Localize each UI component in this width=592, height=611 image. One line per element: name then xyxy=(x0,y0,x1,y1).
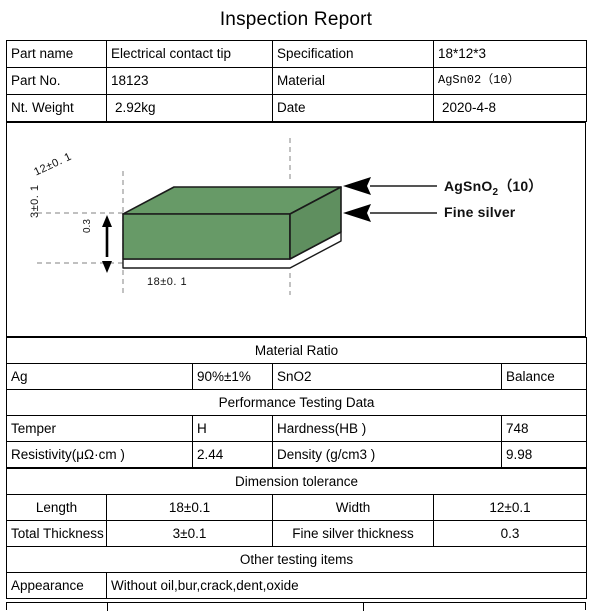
table-row: Total Thickness 3±0.1 Fine silver thickn… xyxy=(6,520,587,547)
field-value-specification: 18*12*3 xyxy=(433,40,587,68)
section-header-other-testing: Other testing items xyxy=(6,546,587,573)
section-header-material-ratio: Material Ratio xyxy=(5,337,588,364)
dim-label-fine-silver-thickness: Fine silver thickness xyxy=(272,520,434,547)
material-value-sno2: Balance xyxy=(500,363,588,390)
perf-label-resistivity: Resistivity(μΩ·cm ) xyxy=(6,441,193,468)
field-label-part-name: Part name xyxy=(6,40,107,68)
material-value-ag: 90%±1% xyxy=(192,363,273,390)
field-label-part-no: Part No. xyxy=(6,67,107,95)
table-row: Appearance Without oil,bur,crack,dent,ox… xyxy=(6,572,587,599)
inspection-report-page: Inspection Report Part name Electrical c… xyxy=(0,0,592,611)
table-row: Ag 90%±1% SnO2 Balance xyxy=(6,363,588,390)
perf-value-temper: H xyxy=(192,415,273,442)
callout-label-agsno2: AgSnO2（10） xyxy=(444,178,543,201)
dim-label-width: Width xyxy=(272,494,434,521)
perf-label-density: Density (g/cm3 ) xyxy=(272,441,502,468)
product-diagram-cell: 12±0. 1 18±0. 1 3±0. 1 0.3 AgSnO2（10） Fi… xyxy=(6,122,586,337)
perf-value-density: 9.98 xyxy=(500,441,588,468)
agsno2-body xyxy=(122,186,342,260)
table-row: Performance Testing Data xyxy=(5,389,588,416)
field-label-nt-weight: Nt. Weight xyxy=(6,94,107,122)
dim-label-total-thickness: Total Thickness xyxy=(6,520,107,547)
field-value-nt-weight: 2.92kg xyxy=(106,94,273,122)
table-row: 12±0. 1 18±0. 1 3±0. 1 0.3 AgSnO2（10） Fi… xyxy=(6,122,586,337)
dim-value-width: 12±0.1 xyxy=(433,494,587,521)
table-row: Part name Electrical contact tip Specifi… xyxy=(6,40,587,68)
dimension-label-length: 18±0. 1 xyxy=(147,276,188,288)
dimension-tolerance-table: Dimension tolerance Length 18±0.1 Width … xyxy=(6,468,587,599)
product-diagram: 12±0. 1 18±0. 1 3±0. 1 0.3 AgSnO2（10） Fi… xyxy=(7,123,585,336)
perf-label-temper: Temper xyxy=(6,415,193,442)
dim-value-length: 18±0.1 xyxy=(106,494,273,521)
callout-agsno2-tail: （10） xyxy=(498,178,543,194)
table-row: Other testing items xyxy=(6,546,587,573)
field-value-date: 2020-4-8 xyxy=(433,94,587,122)
other-label-appearance: Appearance xyxy=(6,572,107,599)
table-row: Length 18±0.1 Width 12±0.1 xyxy=(6,494,587,521)
field-label-date: Date xyxy=(272,94,434,122)
header-info-table: Part name Electrical contact tip Specifi… xyxy=(6,40,587,122)
table-row: Dimension tolerance xyxy=(6,468,587,495)
thickness-arrow xyxy=(102,215,112,273)
table-row: Resistivity(μΩ·cm ) 2.44 Density (g/cm3 … xyxy=(6,441,588,468)
material-name-sno2: SnO2 xyxy=(272,363,502,390)
field-label-specification: Specification xyxy=(272,40,434,68)
material-ratio-table: Material Ratio Ag 90%±1% SnO2 Balance Pe… xyxy=(5,337,588,468)
table-row: Nt. Weight 2.92kg Date 2020-4-8 xyxy=(6,94,587,122)
callout-agsno2-text: AgSnO xyxy=(444,178,493,194)
material-name-ag: Ag xyxy=(6,363,193,390)
other-value-appearance: Without oil,bur,crack,dent,oxide xyxy=(106,572,587,599)
section-header-dimension-tolerance: Dimension tolerance xyxy=(6,468,587,495)
perf-value-resistivity: 2.44 xyxy=(192,441,273,468)
clipped-bottom-row xyxy=(6,602,586,611)
dim-value-total-thickness: 3±0.1 xyxy=(106,520,273,547)
dim-label-length: Length xyxy=(6,494,107,521)
dimension-label-silver-thickness: 0.3 xyxy=(82,219,93,233)
table-row: Material Ratio xyxy=(5,337,588,364)
diagram-table: 12±0. 1 18±0. 1 3±0. 1 0.3 AgSnO2（10） Fi… xyxy=(6,122,586,337)
table-row: Temper H Hardness(HB ) 748 xyxy=(6,415,588,442)
page-title: Inspection Report xyxy=(219,9,373,30)
field-value-part-name: Electrical contact tip xyxy=(106,40,273,68)
dim-value-fine-silver-thickness: 0.3 xyxy=(433,520,587,547)
field-label-material: Material xyxy=(272,67,434,95)
perf-value-hardness: 748 xyxy=(500,415,588,442)
callout-label-fine-silver: Fine silver xyxy=(444,204,516,220)
callout-leaders xyxy=(343,177,437,222)
field-value-part-no: 18123 xyxy=(106,67,273,95)
field-value-material: AgSn02（10） xyxy=(433,67,587,95)
dimension-label-thickness: 3±0. 1 xyxy=(29,184,41,218)
perf-label-hardness: Hardness(HB ) xyxy=(272,415,502,442)
table-row: Part No. 18123 Material AgSn02（10） xyxy=(6,67,587,95)
section-header-performance: Performance Testing Data xyxy=(5,389,588,416)
